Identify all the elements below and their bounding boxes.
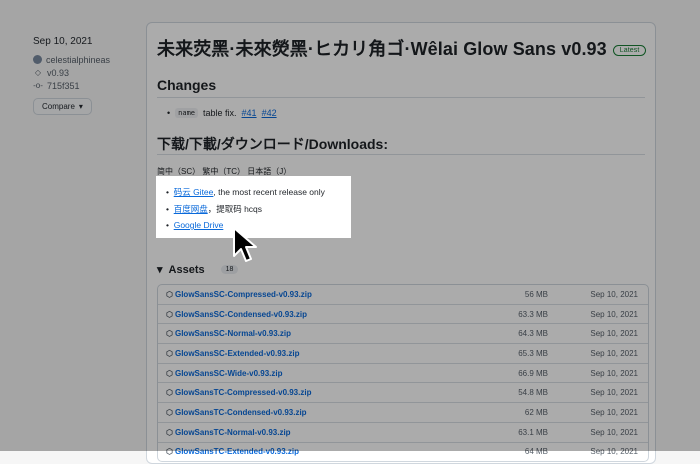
assets-heading: Assets: [168, 263, 205, 276]
release-card: 未来荧黑·未來熒黑·ヒカリ角ゴ·Wêlai Glow Sans v0.93 Lat…: [146, 22, 656, 464]
issue-link-41[interactable]: #41: [242, 108, 257, 118]
author-row[interactable]: celestialphineas: [33, 53, 133, 66]
asset-name[interactable]: GlowSansTC-Compressed-v0.93.zip: [175, 388, 311, 397]
avatar: [33, 55, 42, 64]
assets-toggle[interactable]: ▾ Assets 18: [157, 263, 239, 276]
release-title: 未来荧黑·未來熒黑·ヒカリ角ゴ·Wêlai Glow Sans v0.93 Lat…: [157, 35, 647, 61]
package-icon: ⬡: [166, 407, 173, 417]
mouse-pointer-icon: [233, 227, 257, 262]
package-icon: ⬡: [166, 427, 173, 437]
asset-date: Sep 10, 2021: [590, 368, 638, 378]
gitee-link[interactable]: 码云 Gitee: [174, 187, 214, 197]
download-item: • 百度网盘，提取码 hcqs: [166, 204, 263, 214]
latest-badge: Latest: [612, 44, 647, 56]
assets-count: 18: [220, 265, 239, 274]
asset-size: 63.3 MB: [518, 309, 548, 319]
divider: [157, 154, 645, 155]
baidu-note: ，提取码 hcqs: [207, 204, 263, 214]
release-date: Sep 10, 2021: [33, 36, 93, 47]
code-name: name: [175, 108, 199, 118]
tag-row[interactable]: ◇ v0.93: [33, 66, 133, 79]
baidu-link[interactable]: 百度网盘: [174, 204, 208, 214]
asset-row[interactable]: ⬡ GlowSansSC-Normal-v0.93.zip 64.3 MB Sep…: [158, 323, 648, 343]
asset-name[interactable]: GlowSansSC-Compressed-v0.93.zip: [175, 290, 312, 299]
asset-size: 64 MB: [524, 447, 548, 457]
compare-button[interactable]: Compare ▾: [33, 98, 92, 115]
asset-name[interactable]: GlowSansSC-Condensed-v0.93.zip: [175, 310, 307, 319]
issue-link-42[interactable]: #42: [262, 108, 277, 118]
chevron-down-icon: ▾: [78, 102, 83, 111]
assets-list: ⬡ GlowSansSC-Compressed-v0.93.zip 56 MB S…: [157, 284, 649, 463]
gitee-note: , the most recent release only: [213, 187, 325, 197]
commit-icon: -o-: [33, 81, 43, 90]
asset-row[interactable]: ⬡ GlowSansSC-Wide-v0.93.zip 66.9 MB Sep 1…: [158, 362, 648, 383]
asset-date: Sep 10, 2021: [590, 447, 638, 457]
asset-size: 54.8 MB: [518, 388, 548, 398]
asset-size: 56 MB: [524, 289, 548, 299]
asset-size: 63.1 MB: [518, 427, 548, 437]
package-icon: ⬡: [166, 388, 173, 398]
asset-row[interactable]: ⬡ GlowSansTC-Extended-v0.93.zip 64 MB Sep…: [158, 441, 648, 462]
asset-row[interactable]: ⬡ GlowSansSC-Condensed-v0.93.zip 63.3 MB …: [158, 303, 648, 324]
asset-date: Sep 10, 2021: [590, 388, 638, 398]
asset-name[interactable]: GlowSansSC-Wide-v0.93.zip: [175, 369, 283, 378]
download-item: • Google Drive: [166, 220, 224, 230]
commit-row[interactable]: -o- 715f351: [33, 79, 133, 92]
package-icon: ⬡: [166, 368, 173, 378]
asset-size: 62 MB: [524, 407, 548, 417]
commit-hash[interactable]: 715f351: [47, 81, 80, 91]
package-icon: ⬡: [166, 348, 173, 358]
package-icon: ⬡: [166, 289, 173, 299]
tag-icon: ◇: [34, 68, 42, 77]
asset-row[interactable]: ⬡ GlowSansTC-Normal-v0.93.zip 63.1 MB Sep…: [158, 421, 648, 442]
asset-date: Sep 10, 2021: [590, 348, 638, 358]
changes-heading: Changes: [157, 77, 217, 93]
asset-size: 64.3 MB: [518, 329, 548, 339]
asset-date: Sep 10, 2021: [590, 407, 638, 417]
tag-name[interactable]: v0.93: [47, 68, 69, 78]
asset-name[interactable]: GlowSansTC-Normal-v0.93.zip: [175, 428, 291, 437]
compare-label: Compare: [42, 102, 75, 111]
divider: [157, 97, 645, 98]
change-text: table fix.: [203, 108, 237, 118]
asset-name[interactable]: GlowSansTC-Extended-v0.93.zip: [175, 447, 299, 456]
change-item: • name table fix. #41 #42: [167, 108, 277, 118]
asset-date: Sep 10, 2021: [590, 289, 638, 299]
asset-date: Sep 10, 2021: [590, 309, 638, 319]
caret-down-icon: ▾: [157, 264, 163, 276]
download-item: • 码云 Gitee, the most recent release only: [166, 187, 325, 197]
asset-row[interactable]: ⬡ GlowSansTC-Compressed-v0.93.zip 54.8 MB…: [158, 382, 648, 402]
asset-row[interactable]: ⬡ GlowSansSC-Compressed-v0.93.zip 56 MB S…: [158, 285, 648, 304]
asset-size: 65.3 MB: [518, 348, 548, 358]
downloads-heading: 下载/下載/ダウンロード/Downloads:: [157, 136, 388, 152]
asset-size: 66.9 MB: [518, 368, 548, 378]
author-name[interactable]: celestialphineas: [46, 55, 110, 65]
asset-name[interactable]: GlowSansSC-Normal-v0.93.zip: [175, 329, 291, 338]
google-drive-link[interactable]: Google Drive: [174, 220, 224, 230]
asset-name[interactable]: GlowSansSC-Extended-v0.93.zip: [175, 349, 299, 358]
package-icon: ⬡: [166, 447, 173, 457]
release-meta: Sep 10, 2021 celestialphineas ◇ v0.93 -o…: [33, 36, 133, 115]
package-icon: ⬡: [166, 329, 173, 339]
asset-name[interactable]: GlowSansTC-Condensed-v0.93.zip: [175, 408, 307, 417]
asset-date: Sep 10, 2021: [590, 427, 638, 437]
asset-date: Sep 10, 2021: [590, 329, 638, 339]
release-title-text[interactable]: 未来荧黑·未來熒黑·ヒカリ角ゴ·Wêlai Glow Sans v0.93: [157, 39, 607, 59]
asset-row[interactable]: ⬡ GlowSansTC-Condensed-v0.93.zip 62 MB Se…: [158, 402, 648, 422]
asset-row[interactable]: ⬡ GlowSansSC-Extended-v0.93.zip 65.3 MB S…: [158, 343, 648, 363]
package-icon: ⬡: [166, 309, 173, 319]
